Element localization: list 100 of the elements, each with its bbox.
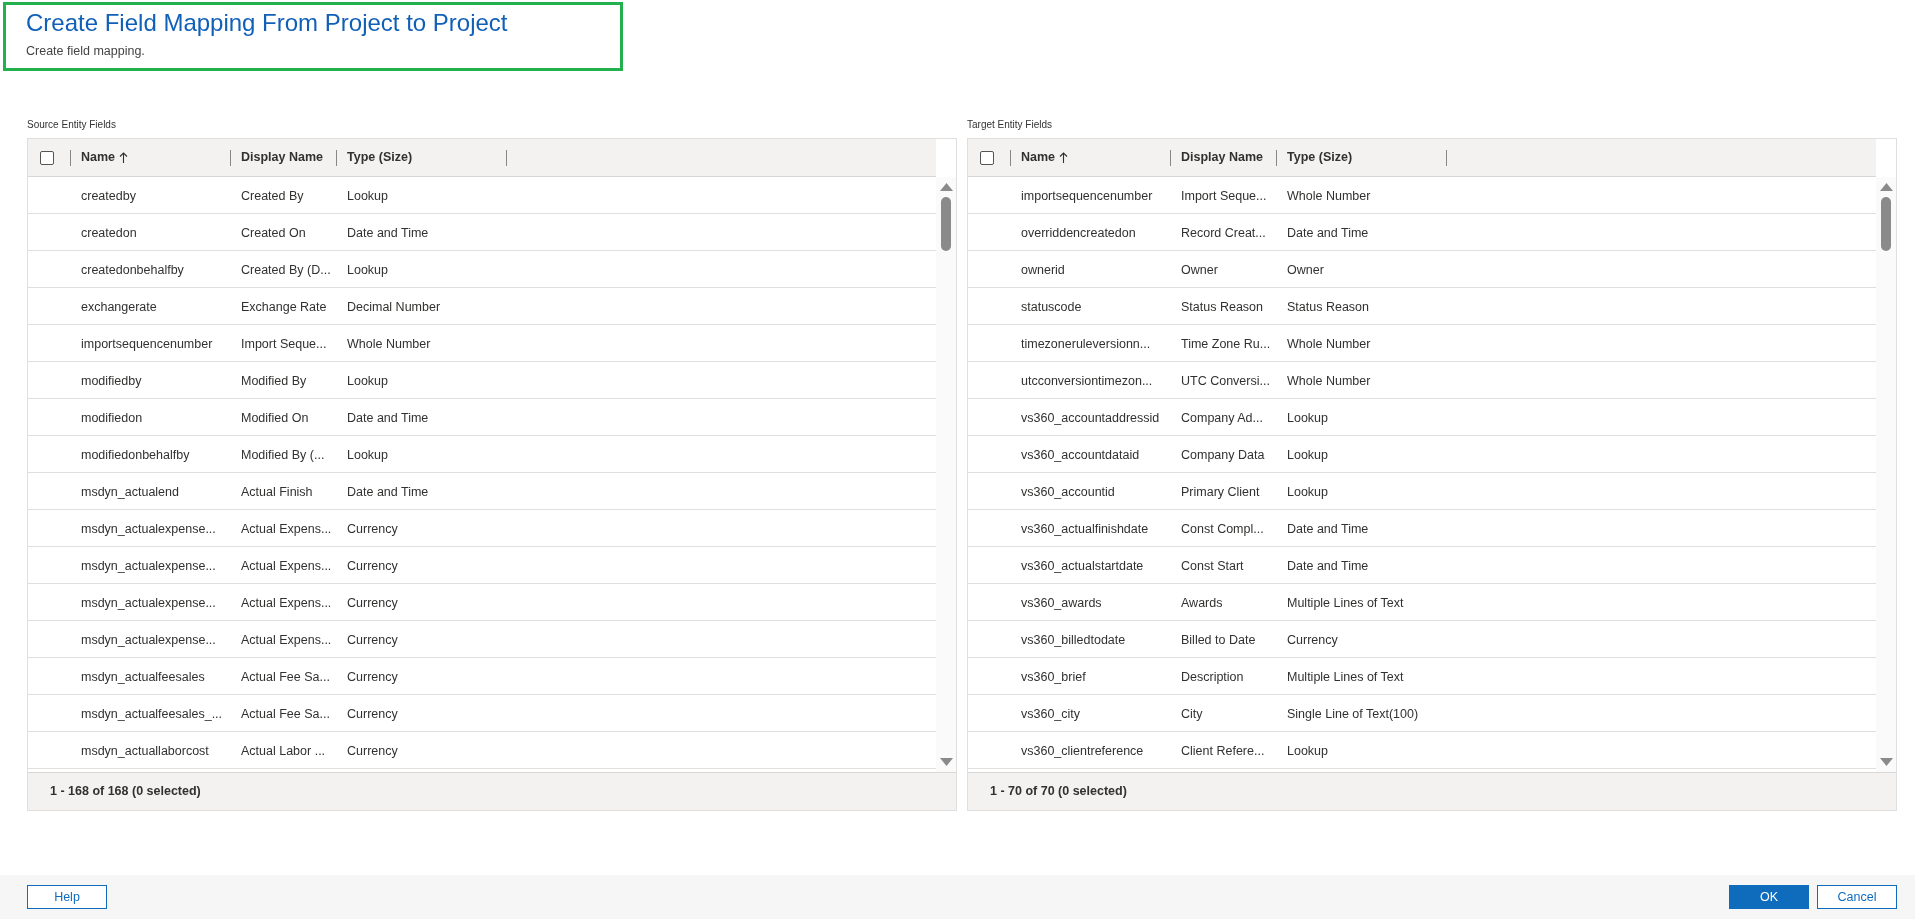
table-cell-text: Actual Expens...: [240, 521, 332, 538]
select-all-checkbox[interactable]: [980, 150, 994, 165]
grid-row[interactable]: ownerid Owner Owner: [968, 251, 1876, 288]
column-header[interactable]: Display Name: [1181, 148, 1263, 167]
grid-row[interactable]: createdon Created On Date and Time: [28, 214, 936, 251]
grid-row[interactable]: createdonbehalfby Created By (D... Lookup: [28, 251, 936, 288]
table-cell-text: exchangerate: [80, 299, 157, 316]
scroll-up-arrow-icon[interactable]: [939, 183, 953, 191]
table-cell-text: vs360_actualfinishdate: [1020, 521, 1149, 538]
table-cell-text: msdyn_actuallaborcost: [80, 743, 209, 760]
scrollbar[interactable]: [1876, 177, 1896, 772]
grid-row[interactable]: msdyn_actualfeesales_... Actual Fee Sa... Currency: [28, 695, 936, 732]
grid-row[interactable]: msdyn_actualexpense... Actual Expens... Currency: [28, 510, 936, 547]
record-count: 1 - 70 of 70 (0 selected): [990, 783, 1127, 801]
select-all-checkbox[interactable]: [40, 150, 54, 165]
scrollbar-thumb[interactable]: [1881, 197, 1891, 251]
grid-row[interactable]: vs360_city City Single Line of Text(100): [968, 695, 1876, 732]
table-cell-text: Actual Expens...: [240, 595, 332, 612]
scroll-down-arrow-icon[interactable]: [939, 758, 953, 766]
table-cell-text: Lookup: [1286, 484, 1328, 501]
grid-row[interactable]: msdyn_actuallaborcost Actual Labor ... Currency: [28, 732, 936, 769]
table-cell-text: City: [1180, 706, 1203, 723]
grid-row[interactable]: createdby Created By Lookup: [28, 177, 936, 214]
grid-row[interactable]: msdyn_actualexpense... Actual Expens... Currency: [28, 621, 936, 658]
grid-row[interactable]: modifiedon Modified On Date and Time: [28, 399, 936, 436]
table-cell-text: createdby: [80, 188, 136, 205]
table-cell-text: modifiedby: [80, 373, 142, 390]
table-cell-text: Record Creat...: [1180, 225, 1266, 242]
table-cell-text: Lookup: [346, 373, 388, 390]
grid-row[interactable]: importsequencenumber Import Seque... Whole Number: [968, 177, 1876, 214]
grid-row[interactable]: overriddencreatedon Record Creat... Date and Time: [968, 214, 1876, 251]
table-cell-text: Decimal Number: [346, 299, 441, 316]
table-cell-text: statuscode: [1020, 299, 1082, 316]
dialog-button[interactable]: OK: [1729, 885, 1809, 909]
table-cell-text: Lookup: [1286, 447, 1328, 464]
table-cell-text: createdonbehalfby: [80, 262, 184, 279]
table-cell-text: Currency: [346, 558, 398, 575]
scrollbar-thumb[interactable]: [941, 197, 951, 251]
table-cell-text: Import Seque...: [240, 336, 327, 353]
grid-row[interactable]: vs360_awards Awards Multiple Lines of Text: [968, 584, 1876, 621]
dialog-button[interactable]: Help: [27, 885, 107, 909]
table-cell-text: Actual Finish: [240, 484, 313, 501]
table-cell-text: modifiedonbehalfby: [80, 447, 190, 464]
grid-row[interactable]: importsequencenumber Import Seque... Whole Number: [28, 325, 936, 362]
grid-row[interactable]: msdyn_actualexpense... Actual Expens... Currency: [28, 547, 936, 584]
grid-row[interactable]: msdyn_actualfeesales Actual Fee Sa... Currency: [28, 658, 936, 695]
table-cell-text: Whole Number: [1286, 373, 1371, 390]
table-cell-text: vs360_accountdataid: [1020, 447, 1140, 464]
grid-row[interactable]: vs360_accountid Primary Client Lookup: [968, 473, 1876, 510]
scroll-up-arrow-icon[interactable]: [1879, 183, 1893, 191]
grid-row[interactable]: vs360_actualstartdate Const Start Date and Time: [968, 547, 1876, 584]
grid-row[interactable]: exchangerate Exchange Rate Decimal Number: [28, 288, 936, 325]
grid-row[interactable]: vs360_accountdataid Company Data Lookup: [968, 436, 1876, 473]
dialog-subtitle: Create field mapping.: [26, 43, 145, 60]
table-cell-text: Date and Time: [346, 225, 429, 242]
table-cell-text: msdyn_actualend: [80, 484, 179, 501]
grid-row[interactable]: msdyn_actualend Actual Finish Date and Time: [28, 473, 936, 510]
table-cell-text: ownerid: [1020, 262, 1065, 279]
grid-row[interactable]: msdyn_actualexpense... Actual Expens... Currency: [28, 584, 936, 621]
grid-row[interactable]: modifiedby Modified By Lookup: [28, 362, 936, 399]
table-cell-text: Date and Time: [1286, 225, 1369, 242]
table-cell-text: msdyn_actualexpense...: [80, 595, 216, 612]
table-cell-text: msdyn_actualexpense...: [80, 632, 216, 649]
grid-row[interactable]: vs360_billedtodate Billed to Date Currency: [968, 621, 1876, 658]
table-cell-text: timezoneruleversionn...: [1020, 336, 1151, 353]
dialog-button[interactable]: Cancel: [1817, 885, 1897, 909]
column-header[interactable]: Name: [1021, 148, 1069, 167]
table-cell-text: Currency: [346, 669, 398, 686]
table-cell-text: Created By (D...: [240, 262, 331, 279]
sort-up-arrow-icon: [1059, 152, 1069, 163]
table-cell-text: Multiple Lines of Text: [1286, 669, 1404, 686]
grid-row[interactable]: modifiedonbehalfby Modified By (... Lookup: [28, 436, 936, 473]
table-cell-text: Currency: [346, 521, 398, 538]
column-header[interactable]: Display Name: [241, 148, 323, 167]
grid-row[interactable]: vs360_brief Description Multiple Lines of Text: [968, 658, 1876, 695]
scrollbar[interactable]: [936, 177, 956, 772]
table-cell-text: Primary Client: [1180, 484, 1260, 501]
scroll-down-arrow-icon[interactable]: [1879, 758, 1893, 766]
table-cell-text: msdyn_actualfeesales: [80, 669, 205, 686]
grid-row[interactable]: vs360_actualfinishdate Const Compl... Date and Time: [968, 510, 1876, 547]
grid-row[interactable]: vs360_clientreference Client Refere... Lookup: [968, 732, 1876, 769]
table-cell-text: Owner: [1180, 262, 1218, 279]
grid-row[interactable]: timezoneruleversionn... Time Zone Ru... Whole Number: [968, 325, 1876, 362]
table-cell-text: Created On: [240, 225, 306, 242]
table-cell-text: msdyn_actualexpense...: [80, 521, 216, 538]
table-cell-text: Actual Fee Sa...: [240, 669, 330, 686]
column-header[interactable]: Name: [81, 148, 129, 167]
column-header[interactable]: Type (Size): [1287, 148, 1353, 167]
table-cell-text: Status Reason: [1286, 299, 1369, 316]
table-cell-text: Date and Time: [346, 410, 429, 427]
table-cell-text: Modified By: [240, 373, 307, 390]
table-cell-text: Company Data: [1180, 447, 1265, 464]
table-cell-text: Const Compl...: [1180, 521, 1264, 538]
grid-row[interactable]: utcconversiontimezon... UTC Conversi... Whole Number: [968, 362, 1876, 399]
column-header[interactable]: Type (Size): [347, 148, 413, 167]
dialog-title: Create Field Mapping From Project to Project: [26, 9, 508, 38]
grid-row[interactable]: vs360_accountaddressid Company Ad... Lookup: [968, 399, 1876, 436]
grid-row[interactable]: statuscode Status Reason Status Reason: [968, 288, 1876, 325]
table-cell-text: Client Refere...: [1180, 743, 1265, 760]
table-cell-text: msdyn_actualexpense...: [80, 558, 216, 575]
